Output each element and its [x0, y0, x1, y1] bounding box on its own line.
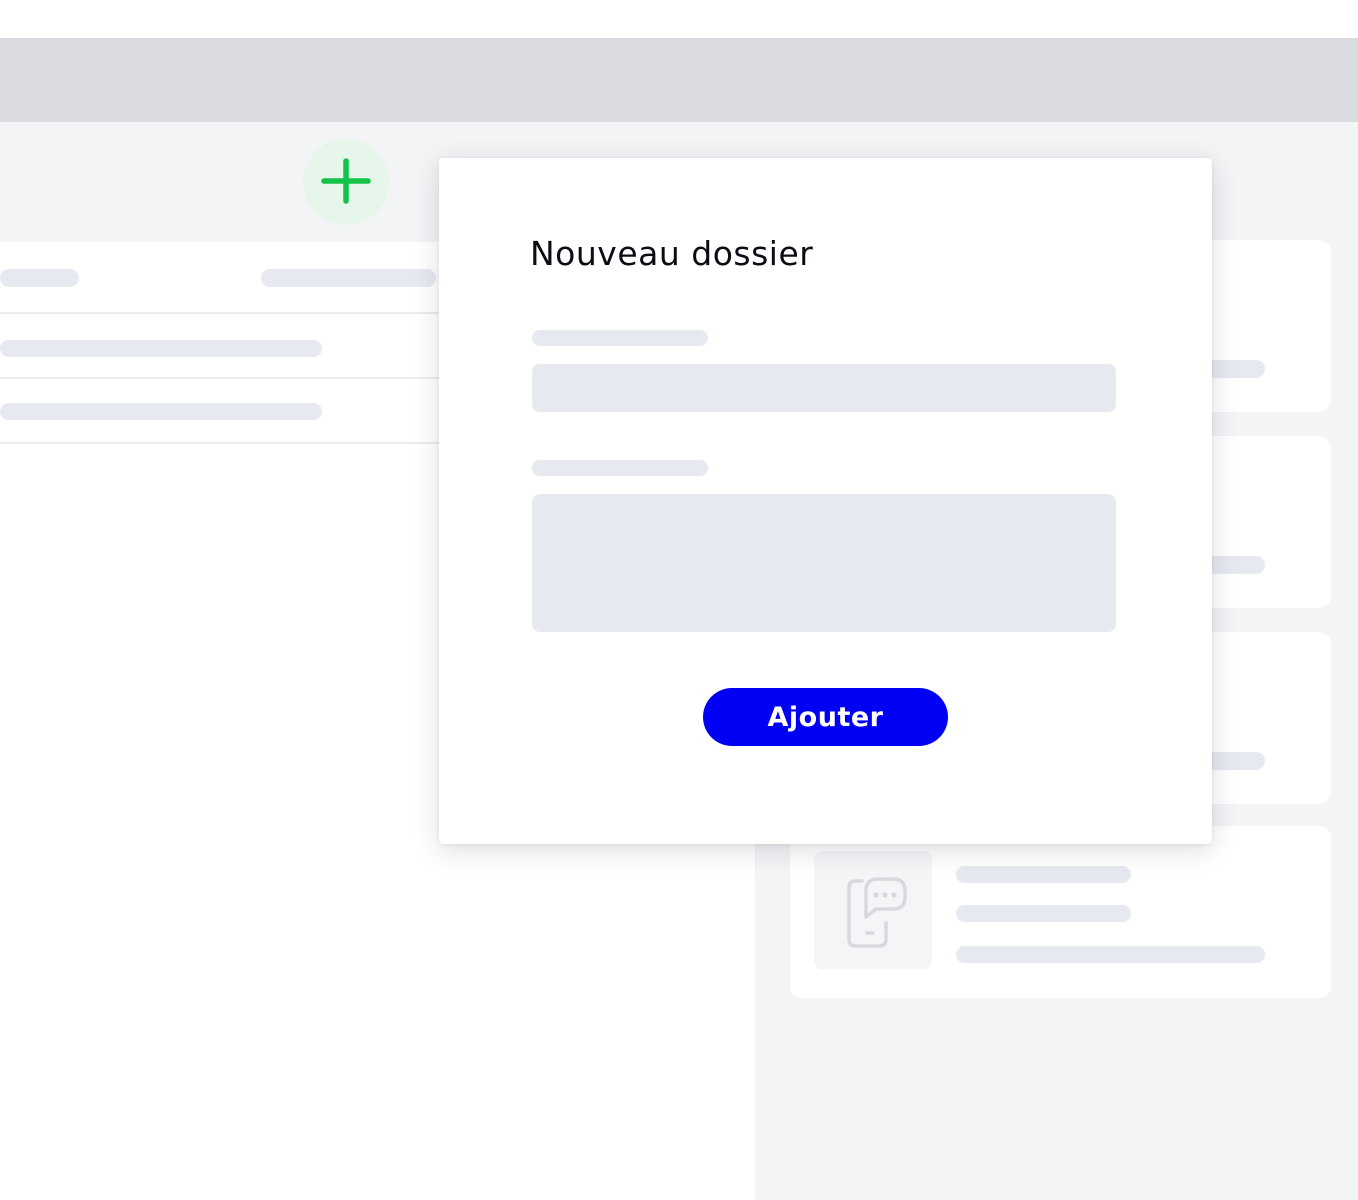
column-header-placeholder: [261, 269, 436, 287]
list-item-placeholder: [0, 340, 322, 357]
plus-icon: [321, 158, 371, 204]
top-bar: [0, 38, 1358, 122]
card-line-placeholder: [956, 905, 1131, 922]
card-line-placeholder: [956, 946, 1265, 963]
card-thumbnail: [814, 851, 932, 969]
add-button[interactable]: [303, 139, 389, 225]
list-divider: [0, 312, 440, 314]
add-submit-button[interactable]: Ajouter: [703, 688, 948, 746]
new-folder-dialog: Nouveau dossier Ajouter: [439, 158, 1212, 844]
list-divider: [0, 377, 440, 379]
field-label-placeholder: [532, 460, 708, 476]
column-header-placeholder: [0, 269, 79, 287]
card[interactable]: [790, 826, 1331, 998]
card-line-placeholder: [956, 866, 1131, 883]
dialog-title: Nouveau dossier: [530, 234, 814, 273]
field-label-placeholder: [532, 330, 708, 346]
phone-chat-icon: [847, 877, 907, 948]
list-item-placeholder: [0, 403, 322, 420]
list-divider: [0, 442, 440, 444]
description-textarea[interactable]: [532, 494, 1116, 632]
name-input[interactable]: [532, 364, 1116, 412]
